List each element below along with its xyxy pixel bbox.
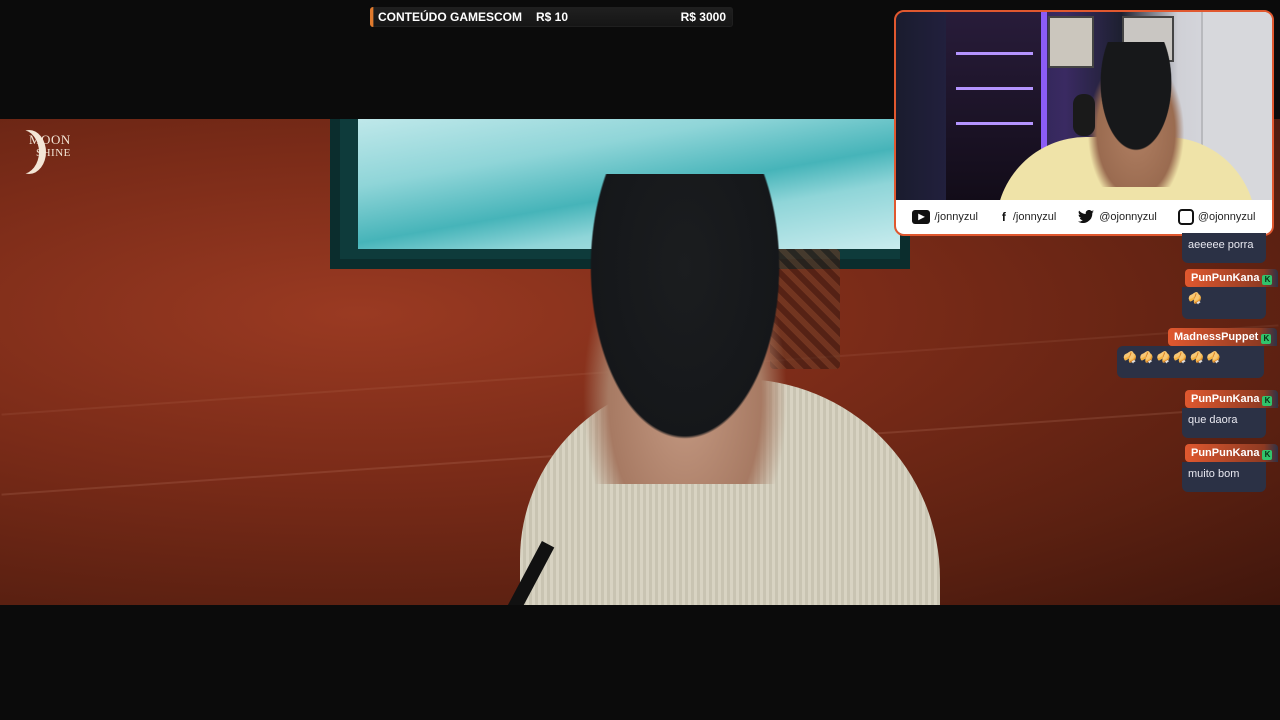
goal-current-amount: R$ 10 bbox=[536, 10, 569, 24]
chat-overlay: aeeeee porra PunPunKana K 🥠 MadnessPuppet… bbox=[1117, 232, 1279, 522]
subscriber-badge-icon: K bbox=[1261, 334, 1272, 344]
letterbox-bottom bbox=[0, 605, 1280, 720]
donation-goal-bar: CONTEÚDO GAMESCOM R$ 10 R$ 3000 bbox=[370, 7, 733, 27]
subscriber-badge-icon: K bbox=[1262, 275, 1273, 285]
moonshine-logo: MOON SHINE bbox=[12, 128, 74, 178]
social-youtube: ▶ /jonnyzul bbox=[912, 210, 978, 224]
facebook-icon: f bbox=[1001, 210, 1006, 224]
chat-message-username: MadnessPuppet K bbox=[1168, 328, 1278, 346]
chat-message-username: PunPunKana K bbox=[1185, 444, 1279, 462]
goal-target-amount: R$ 3000 bbox=[680, 10, 726, 24]
chat-message-text: que daora bbox=[1182, 408, 1266, 438]
facebook-handle: /jonnyzul bbox=[1012, 211, 1057, 223]
logo-text-line1: MOON bbox=[29, 132, 71, 147]
social-facebook: f /jonnyzul bbox=[999, 210, 1056, 224]
instagram-handle: @ojonnyzul bbox=[1197, 211, 1256, 223]
goal-title: CONTEÚDO GAMESCOM bbox=[378, 10, 522, 24]
logo-text-line2: SHINE bbox=[36, 147, 71, 159]
twitter-icon bbox=[1077, 209, 1095, 224]
chat-message-text: 🥠 🥠 🥠 🥠 🥠 🥠 bbox=[1117, 346, 1264, 378]
twitter-handle: @ojonnyzul bbox=[1099, 211, 1157, 223]
social-links-bar: ▶ /jonnyzul f /jonnyzul @ojonnyzul @ojon… bbox=[896, 200, 1272, 234]
streamer-head bbox=[1081, 42, 1191, 187]
headphones bbox=[1073, 94, 1095, 136]
chat-username-text: PunPunKana bbox=[1191, 447, 1260, 459]
social-twitter: @ojonnyzul bbox=[1077, 209, 1157, 224]
goal-progress-fill bbox=[373, 7, 375, 27]
chat-message-text: muito bom bbox=[1182, 462, 1266, 492]
chat-message-text: aeeeee porra bbox=[1182, 233, 1266, 263]
chat-message-username: PunPunKana K bbox=[1185, 390, 1279, 408]
social-instagram: @ojonnyzul bbox=[1177, 209, 1256, 225]
chat-username-text: MadnessPuppet bbox=[1174, 331, 1259, 343]
chat-username-text: PunPunKana bbox=[1191, 393, 1260, 405]
chat-message-text: 🥠 bbox=[1182, 287, 1266, 319]
chat-username-text: PunPunKana bbox=[1191, 272, 1260, 284]
instagram-icon bbox=[1177, 209, 1194, 225]
subscriber-badge-icon: K bbox=[1262, 450, 1273, 460]
chat-message-username: PunPunKana K bbox=[1185, 269, 1279, 287]
youtube-handle: /jonnyzul bbox=[934, 211, 978, 223]
streamer-webcam: ▶ /jonnyzul f /jonnyzul @ojonnyzul @ojon… bbox=[894, 10, 1274, 236]
subscriber-badge-icon: K bbox=[1262, 396, 1273, 406]
person-head bbox=[565, 174, 805, 484]
youtube-icon: ▶ bbox=[912, 210, 931, 224]
